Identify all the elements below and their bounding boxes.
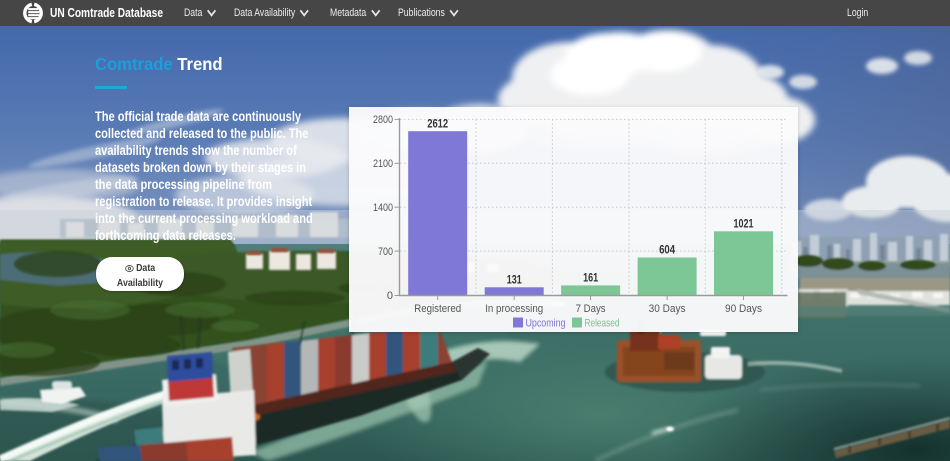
- svg-text:604: 604: [659, 245, 676, 257]
- svg-text:700: 700: [378, 246, 393, 258]
- svg-text:2612: 2612: [427, 119, 448, 131]
- svg-text:7 Days: 7 Days: [576, 303, 606, 315]
- svg-text:90 Days: 90 Days: [725, 303, 762, 315]
- svg-text:Released: Released: [585, 318, 620, 330]
- svg-text:161: 161: [583, 273, 598, 285]
- svg-text:30 Days: 30 Days: [649, 303, 686, 315]
- svg-text:Upcoming: Upcoming: [526, 318, 566, 330]
- svg-text:Registered: Registered: [414, 303, 461, 315]
- svg-text:1021: 1021: [734, 219, 754, 231]
- svg-text:2800: 2800: [373, 114, 393, 126]
- svg-text:1400: 1400: [373, 202, 393, 214]
- svg-text:0: 0: [387, 290, 393, 302]
- svg-text:131: 131: [507, 275, 522, 287]
- svg-text:In processing: In processing: [485, 303, 543, 315]
- svg-text:2100: 2100: [373, 158, 393, 170]
